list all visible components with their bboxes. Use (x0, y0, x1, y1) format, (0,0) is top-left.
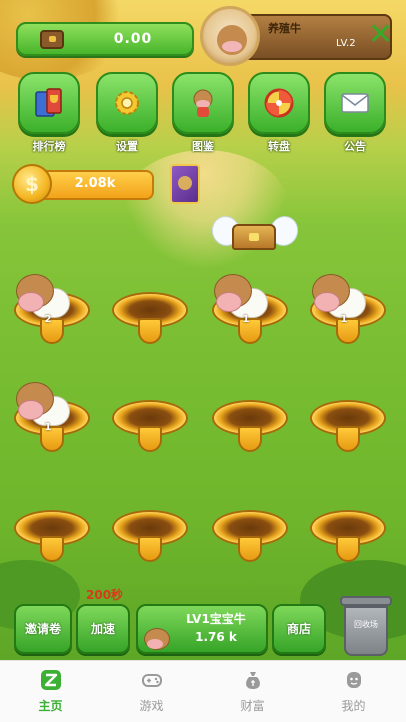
speed-timer: 200秒 (86, 588, 124, 602)
home-z-icon (41, 670, 61, 690)
hole-shield (138, 536, 162, 562)
tab-label-games: 游戏 (139, 699, 164, 713)
ranking-button[interactable] (18, 72, 80, 134)
tab-label-home: 主页 (38, 699, 63, 713)
magic-book-icon[interactable] (170, 164, 200, 204)
cow-level: 1 (44, 422, 52, 433)
tab-mine[interactable]: 我的 (303, 661, 404, 722)
cow-snout (18, 292, 44, 312)
gear-icon (115, 91, 139, 115)
hole-shield (138, 426, 162, 452)
wallet-value: 0.00 (113, 31, 153, 47)
menu-label-collection: 图鉴 (192, 140, 214, 153)
cow-hole[interactable] (112, 510, 188, 566)
dirt-path (120, 150, 290, 270)
tab-games[interactable]: 游戏 (101, 661, 202, 722)
buy-cow-title: LV1宝宝牛 (186, 612, 246, 626)
menu-label-ranking: 排行榜 (32, 140, 66, 153)
settings-button[interactable] (96, 72, 158, 134)
shop-button[interactable]: 商店 (272, 604, 326, 654)
tab-home[interactable]: 主页 (0, 661, 101, 722)
buy-cow-price: 1.76 k (195, 630, 237, 644)
baby-cow[interactable]: 1 (16, 378, 74, 433)
cow-icon (144, 628, 170, 650)
cow-hole[interactable] (310, 400, 386, 456)
menu-label-settings: 设置 (116, 140, 138, 153)
cow-hole[interactable] (14, 510, 90, 566)
envelope-icon (341, 93, 369, 113)
baby-cow[interactable]: 1 (312, 270, 370, 325)
notice-button[interactable] (324, 72, 386, 134)
gamepad-icon (142, 674, 162, 687)
cow-level: 2 (44, 314, 52, 325)
menu-label-notice: 公告 (344, 140, 366, 153)
tab-wealth[interactable]: 财富 (202, 661, 303, 722)
hole-shield (336, 536, 360, 562)
money-bag-icon (246, 672, 260, 689)
wallet-icon (40, 30, 64, 49)
cow-snout (216, 292, 242, 312)
avatar[interactable] (200, 6, 260, 66)
treasure-chest-icon[interactable] (232, 224, 276, 250)
tab-label-wealth: 财富 (240, 699, 265, 713)
hole-shield (238, 536, 262, 562)
cow-snout (18, 400, 44, 420)
hole-shield (138, 318, 162, 344)
cow-hole[interactable] (112, 400, 188, 456)
gold-value: 2.08k (74, 176, 116, 191)
cow-level: 1 (242, 314, 250, 325)
bottom-tab-bar: 主页 游戏 财富 我的 (0, 660, 406, 722)
baby-cow[interactable]: 1 (214, 270, 272, 325)
speed-up-button[interactable]: 加速 (76, 604, 130, 654)
menu-label-turntable: 转盘 (268, 140, 290, 153)
wallet-balance[interactable]: 0.00 (16, 22, 194, 56)
hole-shield (238, 426, 262, 452)
cow-hole[interactable] (212, 510, 288, 566)
turntable-button[interactable] (248, 72, 310, 134)
cow-hole[interactable] (310, 510, 386, 566)
hole-shield (40, 536, 64, 562)
profile-level: LV.2 (336, 38, 356, 49)
invite-button[interactable]: 邀请卷 (14, 604, 72, 654)
trash-icon (344, 606, 388, 656)
user-icon (347, 672, 361, 688)
cow-hole[interactable] (112, 292, 188, 348)
hole-shield (336, 426, 360, 452)
collection-button[interactable] (172, 72, 234, 134)
lucky-wheel-icon (264, 88, 294, 118)
baby-cow[interactable]: 2 (16, 270, 74, 325)
cow-character-icon (193, 89, 213, 117)
trash-lid (340, 596, 392, 606)
trophy-book-icon (35, 88, 62, 117)
cow-hole[interactable] (212, 400, 288, 456)
profile-name: 养殖牛 (268, 22, 301, 35)
cow-level: 1 (340, 314, 348, 325)
close-x-icon[interactable]: ✕ (368, 14, 393, 56)
tab-label-mine: 我的 (341, 699, 366, 713)
dollar-coin-icon: $ (12, 164, 52, 204)
cow-snout (314, 292, 340, 312)
recycle-label: 回收场 (354, 620, 378, 629)
